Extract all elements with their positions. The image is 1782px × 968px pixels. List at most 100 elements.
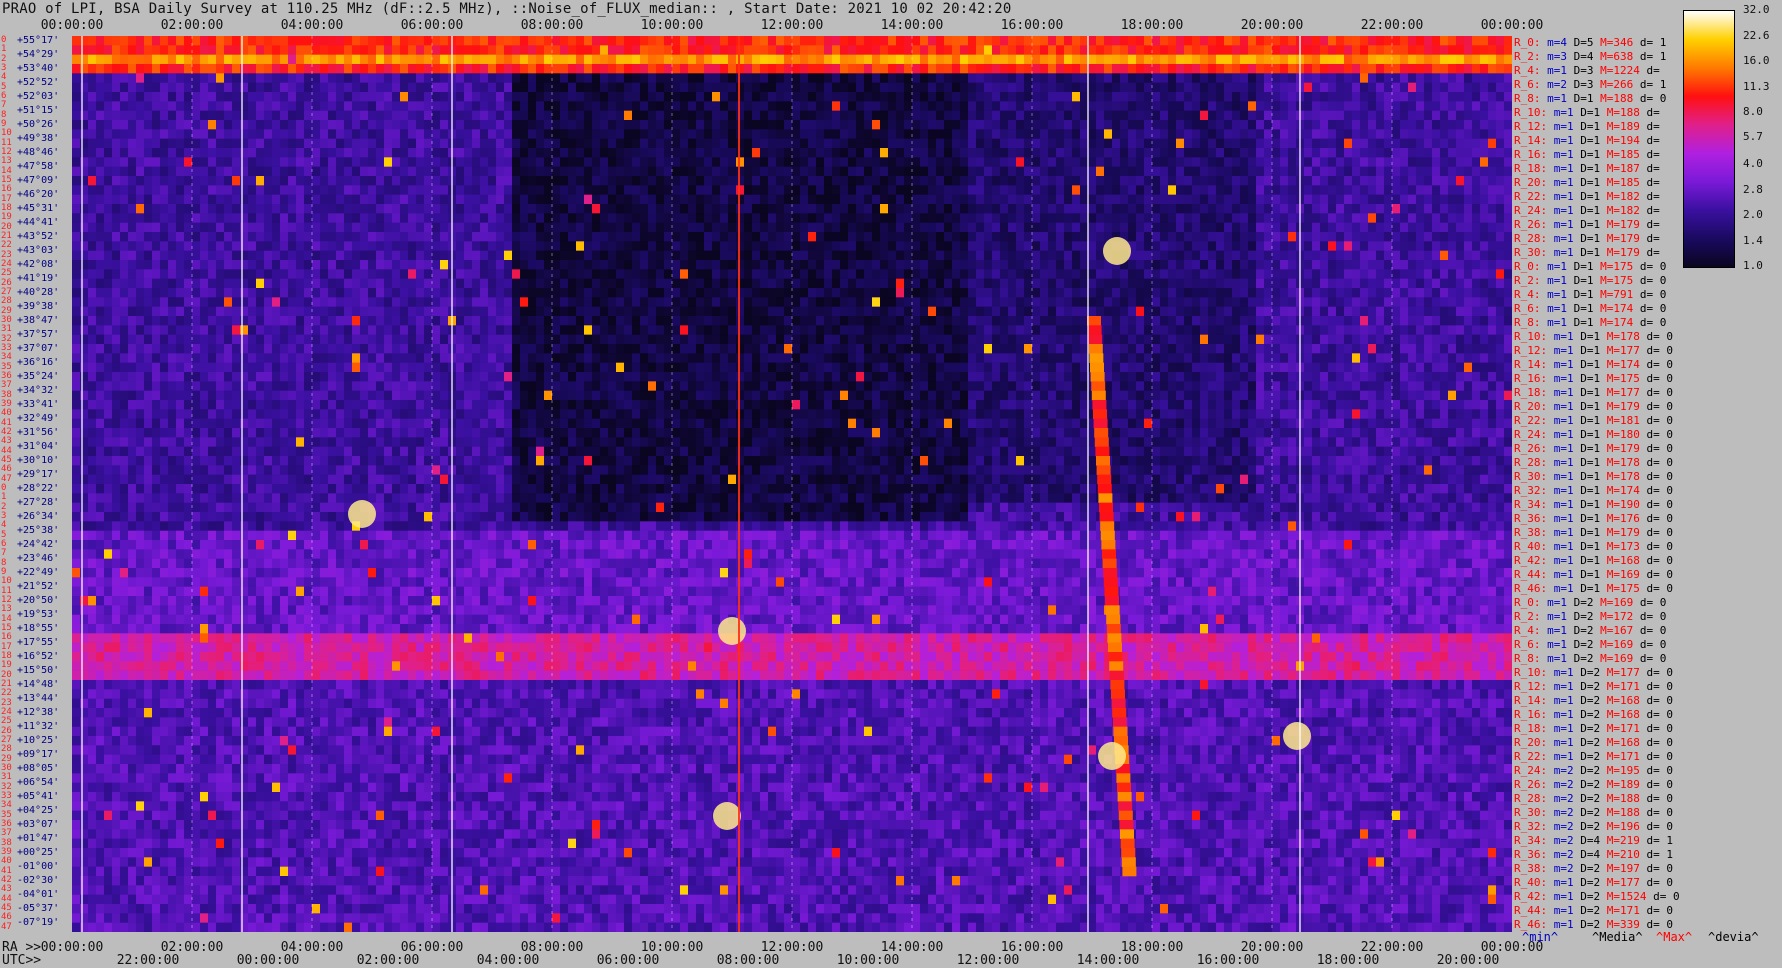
heatmap-cell <box>1040 176 1049 186</box>
heatmap-cell <box>904 101 913 111</box>
heatmap-cell <box>768 176 777 186</box>
heatmap-cell <box>552 73 561 83</box>
heatmap-cell <box>856 204 865 214</box>
heatmap-cell <box>624 176 633 186</box>
heatmap-cell <box>320 148 329 158</box>
heatmap-cell <box>1504 82 1512 93</box>
heatmap-cell <box>72 82 81 93</box>
heatmap-cell <box>816 129 825 139</box>
heatmap-cell <box>256 101 265 111</box>
heatmap-cell <box>184 250 193 261</box>
heatmap-cell <box>88 222 97 233</box>
heatmap-cell <box>1416 45 1425 55</box>
heatmap-cell <box>552 278 561 289</box>
heatmap-cell <box>1360 232 1369 242</box>
heatmap-cell <box>1264 36 1273 46</box>
heatmap-cell <box>872 260 881 270</box>
heatmap-cell <box>1256 120 1265 130</box>
heatmap-cell <box>848 260 857 270</box>
heatmap-cell <box>712 241 721 251</box>
heatmap-cell <box>336 278 345 289</box>
heatmap-cell <box>1232 148 1241 158</box>
heatmap-cell <box>136 110 145 121</box>
heatmap-cell <box>1040 241 1049 251</box>
heatmap-cell <box>160 73 169 83</box>
heatmap-cell <box>512 110 521 121</box>
declination-label: +25°38' <box>17 525 60 536</box>
heatmap-cell <box>1424 204 1433 214</box>
heatmap-cell <box>680 222 689 233</box>
heatmap-cell <box>880 64 889 74</box>
heatmap-cell <box>832 232 841 242</box>
heatmap-cell <box>240 185 249 195</box>
heatmap-cell <box>384 222 393 233</box>
heatmap-cell <box>904 185 913 195</box>
heatmap-cell <box>1224 148 1233 158</box>
heatmap-cell <box>280 129 289 139</box>
heatmap-cell <box>984 260 993 270</box>
heatmap-cell <box>1104 54 1113 65</box>
heatmap-cell <box>600 92 609 102</box>
heatmap-cell <box>160 194 169 205</box>
heatmap-cell <box>1400 138 1409 149</box>
heatmap-cell <box>1104 92 1113 102</box>
heatmap-cell <box>1488 45 1497 55</box>
heatmap-cell <box>1008 92 1017 102</box>
heatmap-cell <box>680 82 689 93</box>
heatmap-cell <box>1440 101 1449 111</box>
heatmap-cell <box>1376 120 1385 130</box>
heatmap-cell <box>1024 222 1033 233</box>
heatmap-cell <box>504 82 513 93</box>
heatmap-cell <box>520 269 529 279</box>
heatmap-cell <box>944 138 953 149</box>
heatmap-cell <box>560 129 569 139</box>
heatmap-cell <box>744 54 753 65</box>
heatmap-cell <box>864 36 873 46</box>
heatmap-cell <box>1208 204 1217 214</box>
heatmap-cell <box>800 241 809 251</box>
heatmap-cell <box>1408 45 1417 55</box>
heatmap-cell <box>1288 148 1297 158</box>
heatmap-cell <box>288 185 297 195</box>
heatmap-cell <box>864 54 873 65</box>
heatmap-cell <box>1168 250 1177 261</box>
heatmap-cell <box>136 194 145 205</box>
heatmap-cell <box>416 278 425 289</box>
heatmap-cell <box>752 166 761 177</box>
heatmap-cell <box>1352 194 1361 205</box>
heatmap-cell <box>968 241 977 251</box>
heatmap-cell <box>1464 232 1473 242</box>
heatmap-cell <box>552 176 561 186</box>
heatmap-cell <box>1368 166 1377 177</box>
heatmap-cell <box>1288 82 1297 93</box>
heatmap-cell <box>472 45 481 55</box>
heatmap-cell <box>928 82 937 93</box>
heatmap-cell <box>728 36 737 46</box>
heatmap-cell <box>80 110 89 121</box>
heatmap-cell <box>208 213 217 223</box>
heatmap-cell <box>576 222 585 233</box>
heatmap-cell <box>1176 82 1185 93</box>
heatmap-cell <box>1240 241 1249 251</box>
heatmap-cell <box>120 110 129 121</box>
heatmap-cell <box>248 129 257 139</box>
heatmap-cell <box>920 92 929 102</box>
heatmap-cell <box>472 213 481 223</box>
heatmap-cell <box>936 36 945 46</box>
heatmap-cell <box>1288 101 1297 111</box>
heatmap-cell <box>608 101 617 111</box>
heatmap-cell <box>1160 92 1169 102</box>
heatmap-cell <box>664 73 673 83</box>
heatmap-cell <box>432 176 441 186</box>
heatmap-cell <box>1024 129 1033 139</box>
heatmap-cell <box>1496 101 1505 111</box>
heatmap-cell <box>256 278 265 289</box>
heatmap-cell <box>184 185 193 195</box>
heatmap-cell <box>760 120 769 130</box>
heatmap-cell <box>1208 138 1217 149</box>
heatmap-cell <box>1096 278 1105 289</box>
heatmap-cell <box>1232 232 1241 242</box>
heatmap-cell <box>1272 194 1281 205</box>
heatmap-cell <box>744 176 753 186</box>
heatmap-cell <box>1224 213 1233 223</box>
